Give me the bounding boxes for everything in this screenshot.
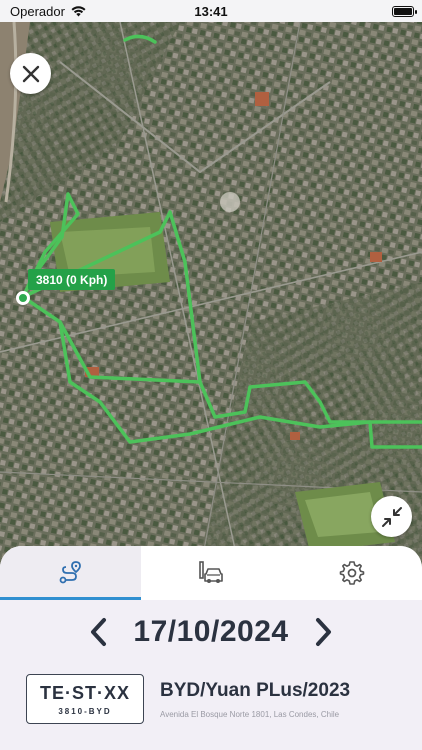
chevron-right-icon	[315, 618, 331, 646]
vehicle-name: BYD/Yuan PLus/2023	[160, 679, 351, 701]
route-icon	[59, 561, 82, 584]
chevron-left-icon	[91, 618, 107, 646]
tab-vehicle[interactable]	[141, 546, 282, 600]
vehicle-position-marker[interactable]	[16, 291, 30, 305]
carrier-label: Operador	[10, 3, 65, 19]
date-selector: 17/10/2024	[0, 600, 422, 664]
plate-number: TE·ST·XX	[39, 682, 130, 703]
vehicle-address: Avenida El Bosque Norte 1801, Las Condes…	[160, 709, 340, 719]
status-time: 13:41	[194, 3, 228, 19]
vehicle-summary: TE·ST·XX 3810-BYD BYD/Yuan PLus/2023 Ave…	[0, 664, 422, 724]
satellite-map[interactable]: 3810 (0 Kph)	[0, 22, 422, 572]
tab-route[interactable]	[0, 546, 141, 600]
wifi-icon	[71, 5, 86, 16]
selected-date[interactable]: 17/10/2024	[133, 615, 288, 649]
compress-arrows-icon	[381, 506, 402, 527]
vehicle-info: BYD/Yuan PLus/2023 Avenida El Bosque Nor…	[160, 680, 350, 719]
close-icon	[22, 65, 39, 82]
close-button[interactable]	[10, 53, 51, 94]
collapse-map-button[interactable]	[371, 496, 412, 537]
tab-bar	[0, 546, 422, 600]
status-left: Operador	[10, 4, 86, 19]
plate-subtext: 3810-BYD	[58, 706, 112, 716]
status-bar: Operador 13:41	[0, 0, 422, 22]
battery-icon	[392, 5, 417, 17]
vehicle-speed-label: 3810 (0 Kph)	[28, 269, 116, 290]
map-imagery	[0, 22, 422, 572]
vehicle-icon	[199, 561, 223, 583]
gear-icon	[339, 561, 364, 585]
license-plate: TE·ST·XX 3810-BYD	[26, 674, 144, 724]
bottom-sheet: 17/10/2024 TE·ST·XX 3810-BYD BYD/Yuan PL…	[0, 546, 422, 750]
previous-day-button[interactable]	[83, 614, 113, 650]
tab-settings[interactable]	[281, 546, 422, 600]
next-day-button[interactable]	[309, 614, 339, 650]
